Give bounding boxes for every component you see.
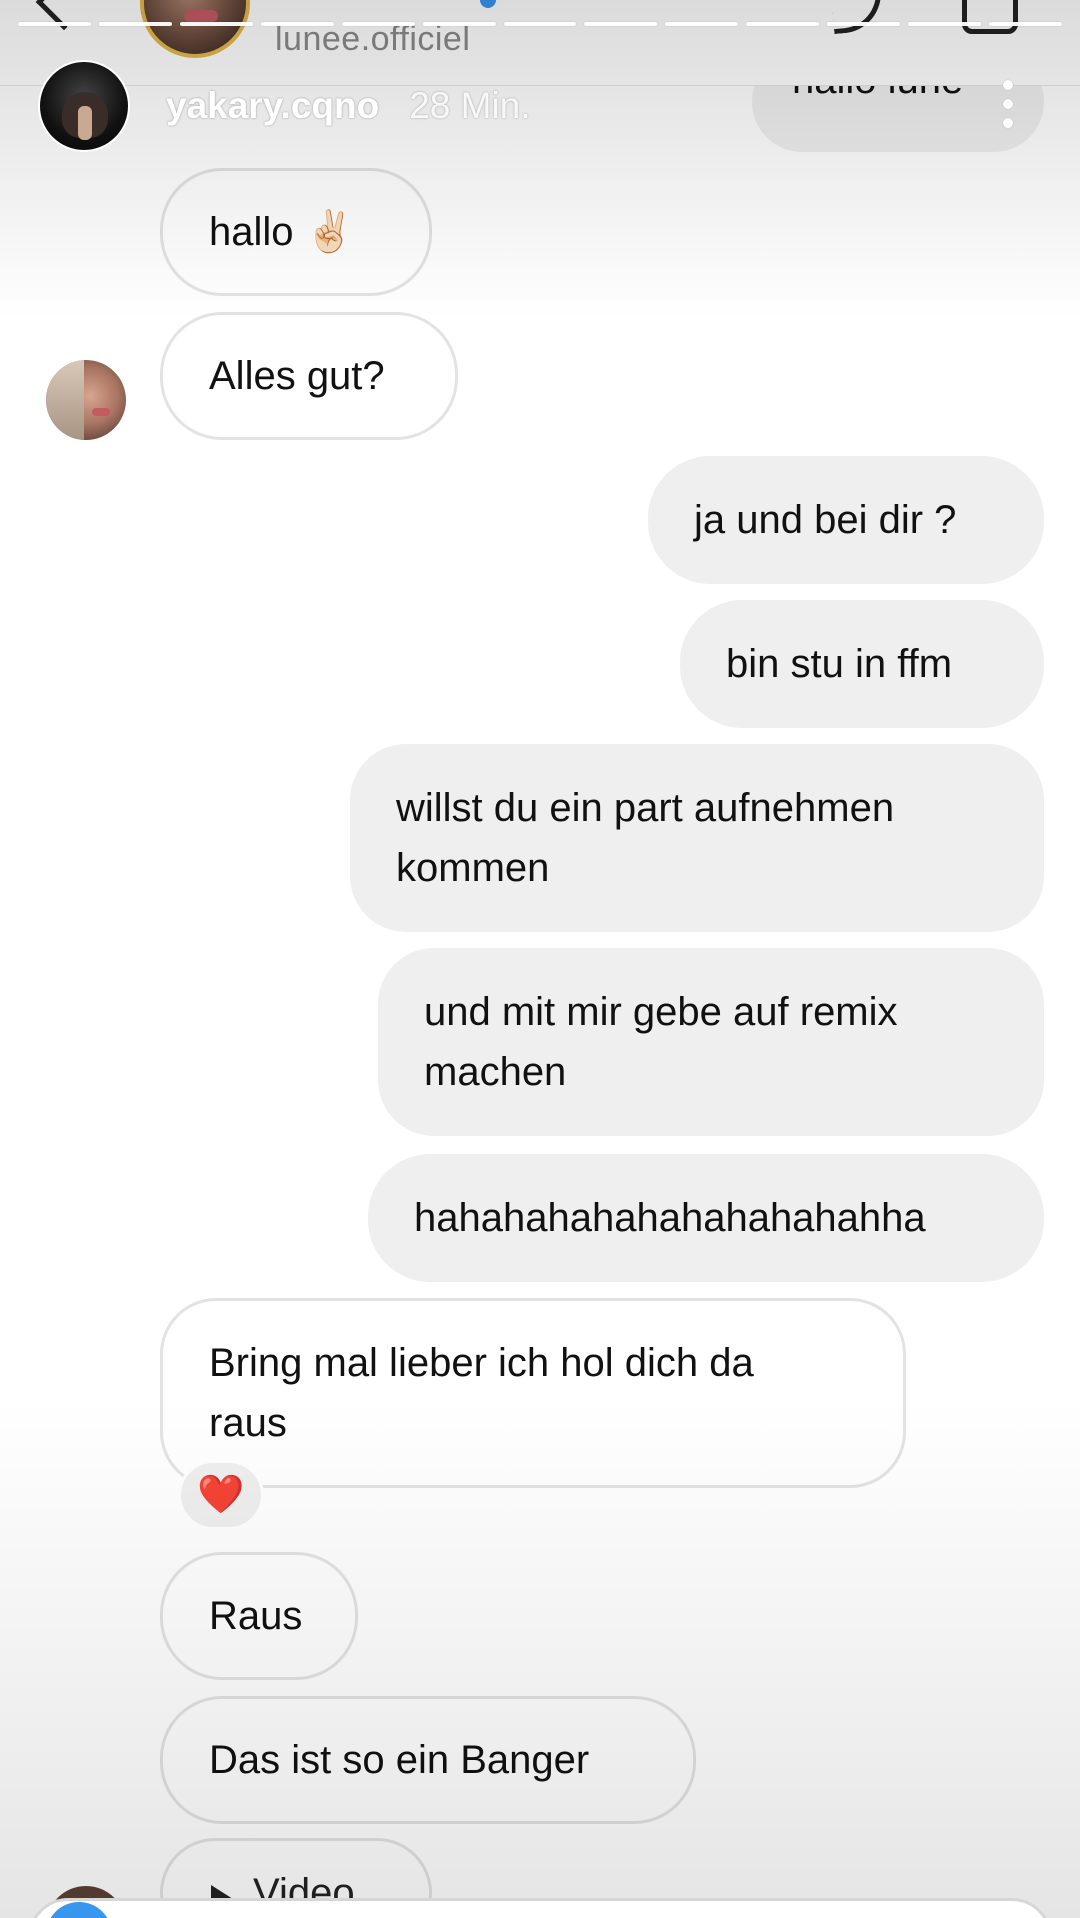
story-author-avatar[interactable] [38, 60, 130, 152]
story-screen: lunee.officiel yakary.cqno 28 Min. hallo… [0, 0, 1080, 1918]
message-incoming[interactable]: Das ist so ein Banger [160, 1696, 696, 1824]
progress-segment [18, 22, 91, 26]
message-outgoing[interactable]: und mit mir gebe auf remix machen [378, 948, 1044, 1136]
progress-segment [989, 22, 1062, 26]
message-incoming[interactable]: Raus [160, 1552, 358, 1680]
progress-segment [341, 22, 415, 26]
story-timestamp: 28 Min. [409, 85, 531, 126]
progress-segment [908, 22, 982, 26]
profile-avatar[interactable] [140, 0, 250, 58]
story-progress-bar [18, 22, 1062, 27]
progress-segment [503, 22, 577, 26]
sender-avatar[interactable] [46, 360, 126, 440]
story-username[interactable]: yakary.cqno [166, 85, 379, 127]
progress-segment [179, 22, 253, 26]
message-outgoing[interactable]: hahahahahahahahahahahha [368, 1154, 1044, 1282]
message-incoming[interactable]: Bring mal lieber ich hol dich da raus [160, 1298, 906, 1488]
message-outgoing[interactable]: ja und bei dir ? [648, 456, 1044, 584]
message-incoming[interactable]: hallo ✌🏻 [160, 168, 432, 296]
progress-segment [98, 22, 172, 26]
phone-call-icon[interactable] [829, 0, 885, 35]
progress-segment [422, 22, 496, 26]
more-options-icon[interactable] [998, 80, 1018, 128]
progress-segment [584, 22, 658, 26]
message-incoming[interactable]: Alles gut? [160, 312, 458, 440]
story-author-row: yakary.cqno 28 Min. [38, 56, 531, 156]
message-outgoing[interactable]: bin stu in ffm [680, 600, 1044, 728]
progress-segment [827, 22, 901, 26]
progress-segment [260, 22, 334, 26]
message-outgoing[interactable]: willst du ein part aufnehmen kommen [350, 744, 1044, 932]
progress-segment [665, 22, 739, 26]
verified-badge-icon [480, 0, 496, 8]
heart-reaction-icon[interactable]: ❤️ [178, 1460, 264, 1530]
video-call-icon[interactable] [962, 0, 1018, 34]
progress-segment [746, 22, 820, 26]
message-composer[interactable] [28, 1898, 1052, 1918]
